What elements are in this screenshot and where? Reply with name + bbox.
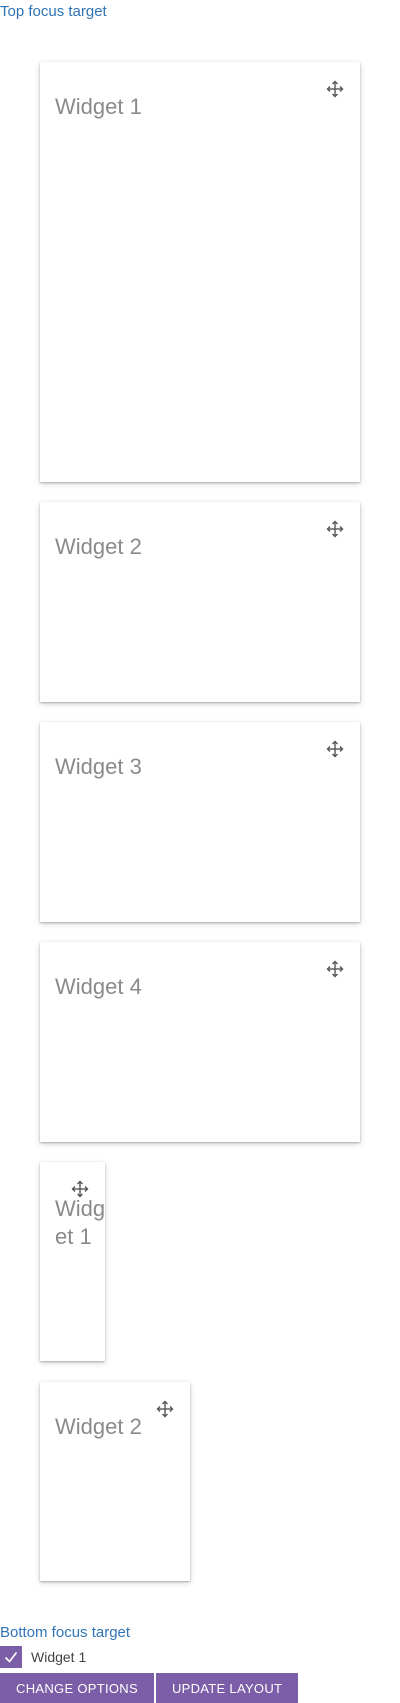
- widget-card-3[interactable]: Widget 3: [40, 722, 360, 922]
- top-focus-target-link[interactable]: Top focus target: [0, 2, 107, 22]
- action-bar: CHANGE OPTIONS UPDATE LAYOUT: [0, 1673, 299, 1703]
- move-icon[interactable]: [156, 1400, 174, 1418]
- check-icon: [4, 1652, 18, 1663]
- change-options-button[interactable]: CHANGE OPTIONS: [0, 1673, 154, 1703]
- widget-card-1[interactable]: Widget 1: [40, 62, 360, 482]
- checkbox-label: Widget 1: [31, 1649, 87, 1665]
- widget-title: Widget 4: [55, 974, 142, 999]
- widget-title: Widget 1: [55, 94, 142, 119]
- widget-title: Widget 1: [55, 1196, 105, 1249]
- widget-card-4[interactable]: Widget 4: [40, 942, 360, 1142]
- move-icon[interactable]: [326, 740, 344, 758]
- widget-card-2-medium[interactable]: Widget 2: [40, 1382, 190, 1581]
- widget-title: Widget 2: [55, 1414, 142, 1439]
- widget-card-1-narrow[interactable]: Widget 1: [40, 1162, 105, 1361]
- widget-title: Widget 2: [55, 534, 142, 559]
- widget-1-checkbox[interactable]: [0, 1646, 22, 1668]
- move-icon[interactable]: [326, 960, 344, 978]
- move-icon[interactable]: [326, 520, 344, 538]
- move-icon[interactable]: [326, 80, 344, 98]
- widget-1-checkbox-row[interactable]: Widget 1: [0, 1646, 86, 1668]
- update-layout-button[interactable]: UPDATE LAYOUT: [155, 1673, 299, 1703]
- dashboard-page: Top focus target Widget 1 Widget 2 Widge…: [0, 0, 400, 1703]
- move-icon[interactable]: [71, 1180, 89, 1198]
- bottom-focus-target-link[interactable]: Bottom focus target: [0, 1623, 130, 1643]
- widget-card-2[interactable]: Widget 2: [40, 502, 360, 702]
- widget-title: Widget 3: [55, 754, 142, 779]
